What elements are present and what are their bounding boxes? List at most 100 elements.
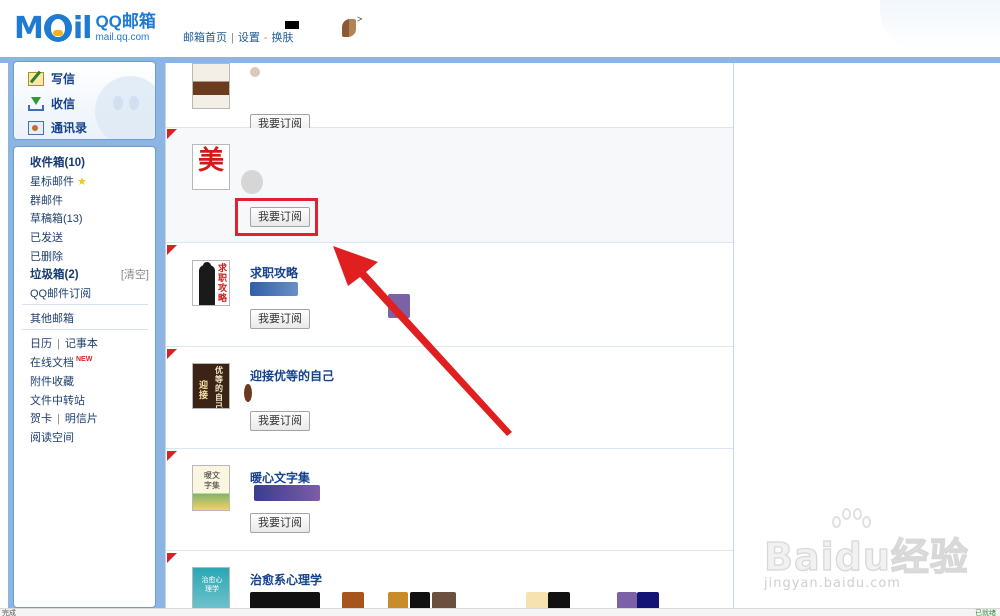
- sidebar-item-subscriptions[interactable]: QQ邮件订阅: [30, 285, 91, 301]
- folder-panel: 收件箱(10) 星标邮件 ★ 群邮件 草稿箱(13) 已发送 已删除 垃圾箱(2)…: [13, 146, 156, 608]
- subscribe-button[interactable]: 我要订阅: [250, 513, 310, 533]
- cover-better-self-text: 优等的自己: [215, 366, 223, 409]
- sidebar-item-sent[interactable]: 已发送: [30, 229, 63, 245]
- compose-button[interactable]: 写信: [28, 70, 75, 87]
- cover-food[interactable]: [192, 63, 230, 109]
- logo-text: QQ邮箱 mail.qq.com: [95, 13, 155, 43]
- subscription-card: 我要订阅: [166, 63, 733, 134]
- cover-job-text: 求职攻略: [218, 263, 228, 303]
- compose-label: 写信: [51, 72, 76, 86]
- starred-label: 星标邮件: [30, 176, 74, 188]
- sidebar-item-drafts[interactable]: 草稿箱(13): [30, 210, 83, 226]
- card-title[interactable]: 暖心文字集: [250, 469, 310, 486]
- cover-healing[interactable]: 治愈心理学: [192, 567, 230, 613]
- notes-link[interactable]: 记事本: [65, 338, 98, 350]
- cover-warm-words-text: 暖文字集: [204, 471, 220, 490]
- cards-link[interactable]: 贺卡: [30, 413, 52, 425]
- sidebar-item-group[interactable]: 群邮件: [30, 192, 63, 208]
- avatar-arrow-icon[interactable]: >: [357, 14, 362, 24]
- separator: |: [231, 32, 234, 44]
- blurred-avatar: [250, 67, 260, 77]
- baidu-jingyan-watermark: Baidu经验 jingyan.baidu.com: [763, 508, 1000, 598]
- clear-spam-link[interactable]: [清空]: [121, 266, 149, 282]
- watermark-url: jingyan.baidu.com: [764, 576, 901, 591]
- mail-window: Mil QQ邮箱 mail.qq.com 邮箱首页 | 设置 - 换肤 > 写信 收信: [0, 0, 1000, 616]
- logo-url-text: mail.qq.com: [95, 32, 150, 43]
- watermark-brand: Baidu经验: [763, 526, 969, 581]
- pipe-separator: |: [57, 413, 60, 425]
- settings-link[interactable]: 设置: [238, 32, 260, 44]
- subscribe-button[interactable]: 我要订阅: [250, 207, 310, 227]
- subscription-card-highlighted: 美 我要订阅: [166, 128, 733, 243]
- star-icon: ★: [77, 176, 87, 188]
- qq-mail-logo[interactable]: Mil QQ邮箱 mail.qq.com: [14, 10, 156, 46]
- logo-letters-il: il: [72, 10, 93, 46]
- subscribe-button[interactable]: 我要订阅: [250, 411, 310, 431]
- sidebar-item-spam[interactable]: 垃圾箱(2): [30, 266, 79, 282]
- corner-ribbon-icon: [167, 451, 177, 461]
- subscription-card: 求职攻略 求职攻略 我要订阅: [166, 244, 733, 347]
- penguin-watermark-icon: [95, 76, 155, 139]
- status-bar: 完成 已就绪: [0, 608, 1000, 616]
- cover-better-self-text-2: 迎接: [199, 380, 209, 400]
- corner-ribbon-icon: [167, 245, 177, 255]
- corner-ribbon-icon: [167, 349, 177, 359]
- divider: [22, 304, 148, 305]
- card-title[interactable]: 求职攻略: [250, 264, 298, 281]
- blurred-description: [254, 485, 320, 501]
- home-link[interactable]: 邮箱首页: [183, 32, 227, 44]
- write-icon: [28, 71, 44, 86]
- subscription-card: 暖文字集 暖心文字集 我要订阅: [166, 450, 733, 551]
- sidebar-item-calendar-notes: 日历 | 记事本: [30, 335, 98, 351]
- contacts-button[interactable]: 通讯录: [28, 119, 87, 136]
- status-text: 完成: [2, 610, 16, 616]
- blurred-avatar: [241, 170, 263, 194]
- sidebar: 写信 收信 通讯录 收件箱(10) 星标邮件 ★ 群邮件 草稿箱(13) 已发送 …: [8, 58, 165, 616]
- sidebar-item-starred[interactable]: 星标邮件 ★: [30, 173, 87, 189]
- calendar-link[interactable]: 日历: [30, 338, 52, 350]
- pipe-separator: |: [57, 338, 60, 350]
- redacted-username: [285, 21, 299, 29]
- blurred-description: [250, 282, 298, 296]
- logo-mail-wordmark: Mil: [14, 10, 93, 46]
- cover-mei[interactable]: 美: [192, 144, 230, 190]
- blurred-description: [388, 294, 410, 318]
- divider: [22, 329, 148, 330]
- sidebar-item-other-mailboxes[interactable]: 其他邮箱: [30, 310, 74, 326]
- avatar[interactable]: [342, 19, 356, 37]
- contacts-icon: [28, 120, 44, 135]
- cover-warm-words[interactable]: 暖文字集: [192, 465, 230, 511]
- dash-separator: -: [263, 32, 268, 44]
- subscription-list: 我要订阅 美 我要订阅 求职攻略 求职攻略 我要订阅 优等的自己 迎接 迎接优等…: [165, 63, 734, 616]
- sidebar-item-inbox[interactable]: 收件箱(10): [30, 154, 85, 170]
- logo-qq-text: QQ邮箱: [95, 12, 156, 31]
- cover-healing-text: 治愈心理学: [201, 577, 223, 593]
- card-title[interactable]: 治愈系心理学: [250, 571, 322, 588]
- sidebar-item-cards: 贺卡 | 明信片: [30, 410, 98, 426]
- sidebar-item-file-transfer[interactable]: 文件中转站: [30, 392, 85, 408]
- top-links: 邮箱首页 | 设置 - 换肤: [183, 29, 294, 45]
- skin-link[interactable]: 换肤: [272, 32, 294, 44]
- penguin-logo-icon: [43, 14, 72, 42]
- cover-better-self[interactable]: 优等的自己 迎接: [192, 363, 230, 409]
- sidebar-item-online-docs[interactable]: 在线文档 NEW: [30, 354, 92, 370]
- sidebar-item-reading[interactable]: 阅读空间: [30, 429, 74, 445]
- new-badge: NEW: [76, 356, 93, 364]
- subscribe-button[interactable]: 我要订阅: [250, 309, 310, 329]
- sidebar-item-deleted[interactable]: 已删除: [30, 248, 63, 264]
- online-docs-label: 在线文档: [30, 357, 74, 369]
- corner-ribbon-icon: [167, 129, 177, 139]
- cover-mei-text: 美: [198, 146, 225, 176]
- watermark-brand-cn: 经验: [890, 534, 969, 579]
- quick-actions-panel: 写信 收信 通讯录: [13, 61, 156, 140]
- postcards-link[interactable]: 明信片: [65, 413, 98, 425]
- receive-label: 收信: [51, 97, 76, 111]
- card-title[interactable]: 迎接优等的自己: [250, 367, 334, 384]
- receive-button[interactable]: 收信: [28, 95, 75, 112]
- person-suit-icon: [199, 265, 215, 305]
- cover-job[interactable]: 求职攻略: [192, 260, 230, 306]
- blurred-description: [244, 384, 252, 402]
- sidebar-item-attachments[interactable]: 附件收藏: [30, 373, 74, 389]
- status-ready-text: 已就绪: [975, 610, 996, 616]
- header-cloud-decoration: [880, 0, 1000, 50]
